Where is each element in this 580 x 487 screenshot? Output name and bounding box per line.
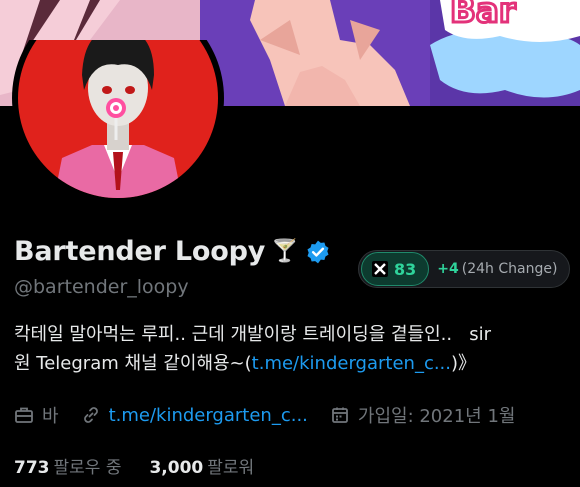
svg-text:Bar: Bar [450,0,516,31]
joined-date: 가입일: 2021년 1월 [357,406,516,427]
meta-category: 바 [14,402,59,428]
bio-line-2-suffix: )》 [451,353,477,374]
handle: @bartender_loopy [14,276,189,298]
followers-link[interactable]: 3,000 팔로워 [149,453,254,478]
profile-website-link[interactable]: t.me/kindergarten_c... [109,405,308,426]
calendar-icon [330,405,350,425]
bio-line-2: 원 Telegram 채널 같이해용~(t.me/kindergarten_c.… [14,349,580,378]
display-name: Bartender Loopy [14,236,266,267]
avatar[interactable] [12,0,224,208]
meta-link[interactable]: t.me/kindergarten_c... [81,405,308,426]
score-pill: 83 [361,252,430,286]
x-logo-icon [372,261,388,277]
score-value: 83 [394,259,417,279]
cocktail-icon: 🍸 [271,239,299,264]
following-label: 팔로우 중 [53,458,122,478]
followers-label: 팔로워 [207,458,255,478]
bio-line-1: 칵테일 말아먹는 루피.. 근데 개발이랑 트레이딩을 곁들인.. sir [14,324,492,345]
meta-joined: 가입일: 2021년 1월 [330,402,516,428]
following-link[interactable]: 773 팔로우 중 [14,453,121,478]
bio: 칵테일 말아먹는 루피.. 근데 개발이랑 트레이딩을 곁들인.. sir 원 … [14,320,580,378]
following-count: 773 [14,458,50,478]
follow-stats: 773 팔로우 중 3,000 팔로워 [14,453,254,478]
name-row: Bartender Loopy 🍸 [14,236,331,267]
category-label: 바 [42,406,59,427]
followers-count: 3,000 [149,458,204,478]
score-change-label: (24h Change) [461,261,558,277]
link-icon [81,405,101,425]
bio-telegram-link[interactable]: t.me/kindergarten_c... [252,353,451,374]
score-change: +4 [437,261,459,277]
profile-meta: 바 t.me/kindergarten_c... 가입일: 2021년 1월 [14,402,537,428]
verified-check-icon[interactable] [305,239,331,265]
bio-line-2-text: 원 Telegram 채널 같이해용~( [14,353,252,374]
briefcase-icon [14,405,34,425]
score-badge[interactable]: 83 +4 (24h Change) [358,250,570,288]
